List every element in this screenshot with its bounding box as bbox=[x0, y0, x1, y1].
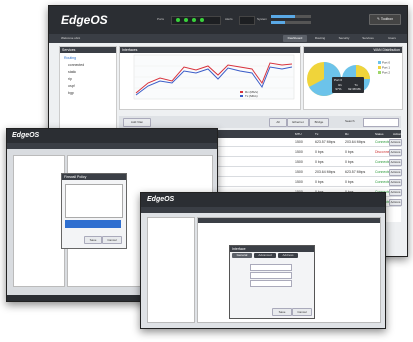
edgeos-logo-mid: EdgeOS bbox=[12, 132, 40, 139]
cell-mtu: 1500 bbox=[295, 160, 303, 164]
col-actions: Actions bbox=[393, 132, 403, 136]
search-label: Search bbox=[345, 119, 355, 123]
front-list-header bbox=[198, 218, 380, 223]
cell-tx: 0 bps bbox=[315, 180, 324, 184]
tooltip-val: 92.38 Mb bbox=[348, 87, 361, 91]
traffic-line-chart: Rx (Mb/s) Tx (Mb/s) bbox=[133, 54, 295, 100]
port-leds bbox=[171, 16, 221, 25]
firewall-save-button[interactable]: Save bbox=[84, 236, 102, 244]
mid-side-panel bbox=[13, 155, 65, 287]
dialog-field[interactable] bbox=[250, 272, 292, 279]
legend-swatch-tx bbox=[240, 95, 243, 97]
add-vlan-button[interactable]: Add Vlan bbox=[123, 118, 151, 127]
wan-panel: WAN Distribution Port 0 Port 1 Port 2 Po… bbox=[303, 46, 403, 110]
dialog-field[interactable] bbox=[250, 264, 292, 271]
cell-mtu: 1500 bbox=[295, 140, 303, 144]
actions-button[interactable]: Actions bbox=[389, 139, 402, 146]
alerts-box[interactable] bbox=[239, 16, 255, 25]
ports-label: Ports bbox=[157, 17, 165, 21]
col-tx: Tx bbox=[315, 132, 319, 136]
front-side-panel bbox=[147, 217, 195, 323]
system-label: System bbox=[257, 17, 268, 21]
mid-nav-bar bbox=[7, 143, 217, 149]
port-led-icon bbox=[184, 18, 188, 22]
service-item: bgp bbox=[68, 91, 74, 95]
tab-security[interactable]: Security bbox=[333, 35, 355, 42]
cell-tx: 0 bps bbox=[315, 160, 324, 164]
col-rx: Rx bbox=[345, 132, 349, 136]
service-routing[interactable]: Routing bbox=[64, 55, 112, 62]
col-status: Status bbox=[375, 132, 384, 136]
firewall-list[interactable] bbox=[65, 184, 123, 218]
filter-ethernet[interactable]: Ethernet bbox=[287, 118, 309, 127]
dialog-tab-advanced[interactable]: Advanced bbox=[254, 253, 276, 258]
cell-mtu: 1500 bbox=[295, 180, 303, 184]
cell-rx: 203.64 Mbps bbox=[345, 140, 366, 144]
front-top-bar: EdgeOS bbox=[141, 193, 385, 207]
cell-mtu: 1500 bbox=[295, 170, 303, 174]
welcome-user: Welcome ubnt bbox=[61, 36, 81, 40]
system-meter bbox=[271, 15, 311, 18]
service-item: static bbox=[68, 70, 77, 74]
nav-bar: Welcome ubnt Dashboard Routing Security … bbox=[49, 34, 407, 43]
actions-button[interactable]: Actions bbox=[389, 189, 402, 196]
cell-tx: 203.64 Mbps bbox=[315, 170, 336, 174]
alerts-label: Alerts bbox=[225, 17, 233, 21]
actions-button[interactable]: Actions bbox=[389, 159, 402, 166]
port-led-icon bbox=[200, 18, 204, 22]
interface-dialog: Interface General Advanced Address Save … bbox=[229, 245, 315, 319]
legend-swatch-rx bbox=[240, 91, 243, 93]
cell-rx: 0 bps bbox=[345, 150, 354, 154]
col-mtu: MTU bbox=[295, 132, 302, 136]
tab-users[interactable]: Users bbox=[381, 35, 403, 42]
pie-tooltip: Port 0 Rx Tx 97% 92.38 Mb bbox=[332, 77, 364, 93]
firewall-dialog: Firewall Policy Save Cancel bbox=[61, 173, 127, 249]
actions-button[interactable]: Actions bbox=[389, 169, 402, 176]
dialog-tab-general[interactable]: General bbox=[232, 253, 252, 258]
service-item: connected bbox=[68, 63, 85, 67]
port-led-icon bbox=[192, 18, 196, 22]
service-item: ospf bbox=[68, 84, 75, 88]
actions-button[interactable]: Actions bbox=[389, 179, 402, 186]
legend-port2: Port 2 bbox=[382, 71, 390, 75]
dialog-tab-address[interactable]: Address bbox=[278, 253, 298, 258]
port-led-icon bbox=[176, 18, 180, 22]
service-item: rip bbox=[68, 77, 72, 81]
edgeos-logo: EdgeOS bbox=[61, 13, 108, 27]
toolbox-label: Toolbox bbox=[380, 17, 393, 21]
cell-mtu: 1500 bbox=[295, 150, 303, 154]
actions-button[interactable]: Actions bbox=[389, 199, 402, 206]
mid-top-bar: EdgeOS bbox=[7, 129, 217, 143]
tooltip-val: 97% bbox=[335, 87, 342, 91]
tab-services[interactable]: Services bbox=[357, 35, 379, 42]
cell-rx: 623.57 Mbps bbox=[345, 170, 366, 174]
tab-dashboard[interactable]: Dashboard bbox=[283, 35, 307, 42]
cell-rx: 0 bps bbox=[345, 160, 354, 164]
legend-port1: Port 1 bbox=[382, 66, 390, 70]
firewall-dialog-title: Firewall Policy bbox=[62, 174, 126, 180]
cell-tx: 0 bps bbox=[315, 150, 324, 154]
front-nav-bar bbox=[141, 207, 385, 213]
search-input[interactable] bbox=[363, 118, 399, 127]
actions-button[interactable]: Actions bbox=[389, 149, 402, 156]
interfaces-toolbar: Add Vlan All Ethernet Bridge Search bbox=[119, 116, 401, 128]
cell-tx: 623.57 Mbps bbox=[315, 140, 336, 144]
interface-cancel-button[interactable]: Cancel bbox=[292, 308, 312, 316]
legend-tx: Tx (Mb/s) bbox=[245, 94, 258, 98]
firewall-selection[interactable] bbox=[65, 220, 121, 228]
filter-all[interactable]: All bbox=[269, 118, 287, 127]
toolbox-button[interactable]: ✎ Toolbox bbox=[369, 14, 401, 25]
dialog-field[interactable] bbox=[250, 280, 292, 287]
filter-bridge[interactable]: Bridge bbox=[309, 118, 329, 127]
interfaces-panel: Interfaces Rx (Mb/s) Tx (Mb/s) bbox=[119, 46, 301, 110]
firewall-cancel-button[interactable]: Cancel bbox=[102, 236, 122, 244]
system-meter-2 bbox=[271, 21, 311, 24]
legend-port0: Port 0 bbox=[382, 61, 390, 65]
interface-window: EdgeOS Interface General Advanced Addres… bbox=[140, 192, 386, 329]
tab-routing[interactable]: Routing bbox=[309, 35, 331, 42]
cell-rx: 0 bps bbox=[345, 180, 354, 184]
top-bar: EdgeOS Ports Alerts System ✎ Toolbox bbox=[49, 6, 407, 34]
interface-save-button[interactable]: Save bbox=[272, 308, 292, 316]
edgeos-logo-front: EdgeOS bbox=[147, 196, 175, 203]
